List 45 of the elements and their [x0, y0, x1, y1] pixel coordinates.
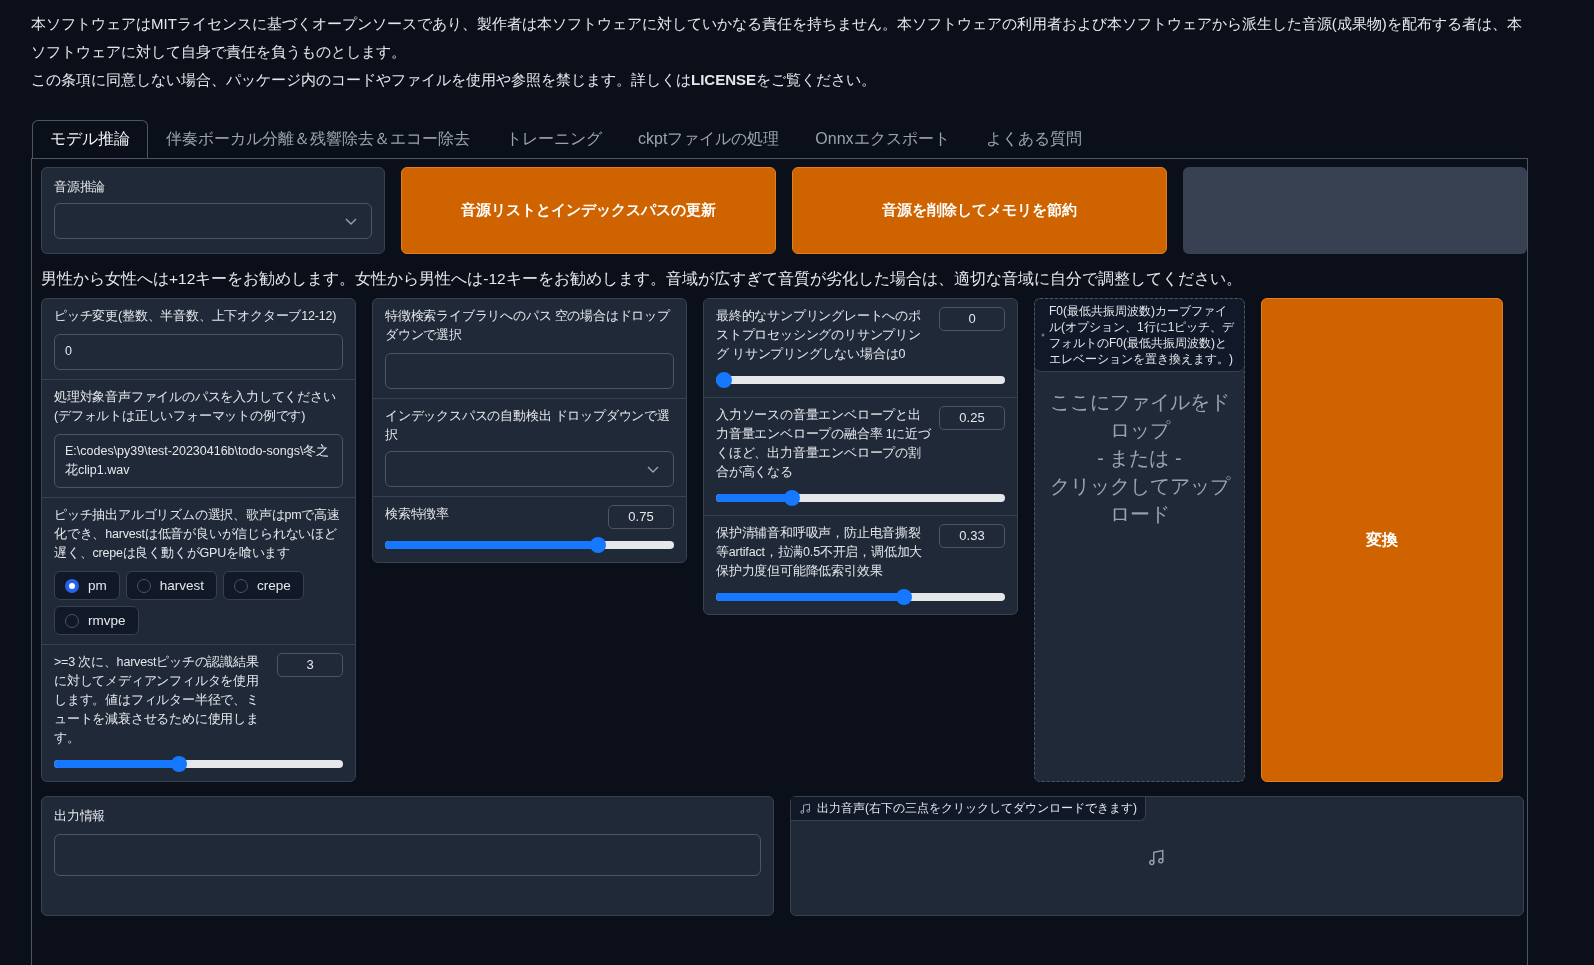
number-field[interactable]: 0.33 [939, 524, 1005, 548]
tab[interactable]: よくある質問 [967, 120, 1100, 158]
drop-instruction: ここにファイルをドロップ [1048, 390, 1231, 443]
field-label: 検索特徴率 [385, 506, 449, 523]
tab[interactable]: トレーニング [488, 120, 620, 158]
radio-option[interactable]: crepe [223, 571, 304, 600]
number-field[interactable]: 0.75 [608, 505, 674, 529]
label-text: 出力音声(右下の三点をクリックしてダウンロードできます) [817, 800, 1137, 817]
tab[interactable]: 伴奏ボーカル分離＆残響除去＆エコー除去 [148, 120, 488, 158]
field-label: 処理対象音声ファイルのパスを入力してください(デフォルトは正しいフォーマットの例です) [54, 389, 337, 425]
field-label: 入力ソースの音量エンベロープと出力音量エンベロープの融合率 1に近づくほど、出力音量エンベロープの割合が高くなる [716, 407, 931, 481]
number-field[interactable]: 3 [277, 653, 343, 677]
hint-text: 男性から女性へは+12キーをお勧めします。女性から男性へは-12キーをお勧めします。音域が広すぎて音質が劣化した場合は、適切な音域に自分で調整してください。 [41, 269, 1243, 289]
option-label: pm [88, 578, 107, 593]
tab[interactable]: モデル推論 [32, 120, 148, 158]
convert-button[interactable]: 変換 [1261, 298, 1503, 782]
field-label: 最終的なサンプリングレートへのポストプロセッシングのリサンプリング リサンプリングしない場合は0 [716, 308, 922, 363]
field-label: ピッチ抽出アルゴリズムの選択、歌声はpmで高速化でき、harvestは低音が良いが信じられないほど遅く、crepeは良く動くがGPUを喰います [54, 507, 341, 562]
field-label: インデックスパスの自動検出 ドロップダウンで選択 [385, 408, 671, 444]
drop-instruction: クリックしてアップロード [1048, 474, 1232, 527]
field-label: 音源推論 [54, 179, 107, 196]
file-upload-area[interactable]: F0(最低共振周波数)カーブファイル(オプション、1行に1ピッチ、デフォルトのF0(最低共振周波数)とエレベーションを置き換えます。) ここにファイルをドロップ - または - クリックしてアップロード [1034, 298, 1245, 782]
field-label: >=3 次に、harvestピッチの認識結果に対してメディアンフィルタを使用します。値はフィルター半径で、ミュートを減衰させるために使用します。 [54, 654, 260, 747]
text-field[interactable]: 0 [54, 334, 343, 370]
license-notice: 本ソフトウェアはMITライセンスに基づくオープンソースであり、製作者は本ソフトウェアに対していかなる責任を持ちません。本ソフトウェアの利用者および本ソフトウェアから派生した音源(成果物)を配布する者は、本ソフトウェアに対して自身で責任を負うものとします。 [31, 14, 1523, 62]
tab[interactable]: Onnxエクスポート [797, 120, 968, 158]
action-button[interactable]: 音源リストとインデックスパスの更新 [401, 167, 776, 254]
field-label: 特徴検索ライブラリへのパス 空の場合はドロップダウンで選択 [385, 308, 672, 344]
field-label: 保护清辅音和呼吸声，防止电音撕裂等artifact，拉满0.5不开启，调低加大保护力度但可能降低索引效果 [716, 525, 924, 580]
radio-option[interactable]: pm [54, 571, 120, 600]
drop-instruction: - または - [1096, 446, 1183, 471]
tab[interactable]: ckptファイルの処理 [620, 120, 798, 158]
text-field[interactable]: E:\codes\py39\test-20230416b\todo-songs\冬之花clip1.wav [54, 434, 343, 488]
field-label: ピッチ変更(整数、半音数、上下オクターブ12-12) [54, 308, 338, 325]
field-label: 出力情報 [54, 808, 107, 825]
option-label: rmvpe [88, 613, 126, 628]
radio-option[interactable]: harvest [125, 571, 218, 600]
number-field[interactable]: 0.25 [939, 406, 1005, 430]
radio-option[interactable]: rmvpe [54, 606, 139, 635]
option-label: crepe [257, 578, 291, 593]
license-notice: この条項に同意しない場合、パッケージ内のコードやファイルを使用や参照を禁じます。詳しくはLICENSEをご覧ください。 [31, 70, 877, 90]
option-label: harvest [159, 578, 205, 593]
label-text: F0(最低共振周波数)カーブファイル(オプション、1行に1ピッチ、デフォルトのF0(最低共振周波数)とエレベーションを置き換えます。) [1049, 303, 1236, 367]
number-field[interactable]: 0 [939, 307, 1005, 331]
action-button[interactable]: 音源を削除してメモリを節約 [792, 167, 1167, 254]
